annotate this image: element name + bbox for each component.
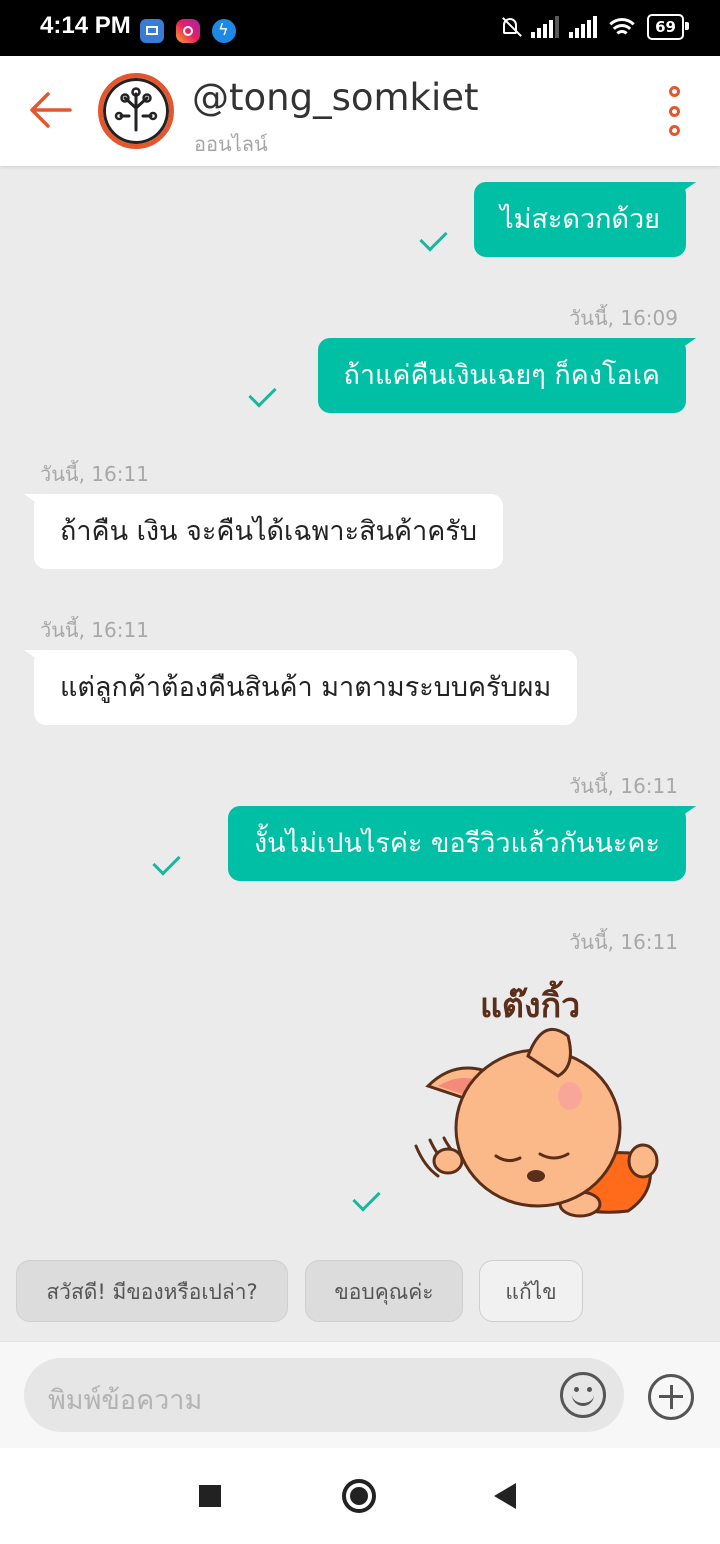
message-bubble[interactable]: ถ้าคืน เงิน จะคืนได้เฉพาะสินค้าครับ bbox=[24, 494, 503, 569]
messages-app-icon bbox=[140, 19, 164, 43]
quick-reply-greeting[interactable]: สวัสดี! มีของหรือเปล่า? bbox=[16, 1260, 288, 1322]
message-timestamp: วันนี้, 16:11 bbox=[569, 774, 678, 798]
nav-back-icon[interactable] bbox=[494, 1483, 516, 1509]
message-bubble[interactable]: งั้นไม่เปนไรค่ะ ขอรีวิวแล้วกันนะคะ bbox=[227, 806, 697, 881]
status-time: 4:14 PM bbox=[40, 12, 131, 39]
quick-reply-thanks[interactable]: ขอบคุณค่ะ bbox=[305, 1260, 463, 1322]
sent-check-icon bbox=[419, 223, 448, 252]
sent-check-icon bbox=[352, 1183, 381, 1212]
message-bubble[interactable]: ถ้าแค่คืนเงินเฉยๆ ก็คงโอเค bbox=[317, 338, 696, 413]
battery-icon: 69 bbox=[647, 14, 689, 40]
message-bubble[interactable]: แต่ลูกค้าต้องคืนสินค้า มาตามระบบครับผม bbox=[23, 650, 578, 725]
chat-header: @tong_somkiet ออนไลน์ bbox=[0, 56, 720, 166]
message-composer: พิมพ์ข้อความ bbox=[0, 1341, 720, 1448]
back-arrow-icon[interactable] bbox=[26, 86, 74, 134]
message-input[interactable]: พิมพ์ข้อความ bbox=[24, 1358, 624, 1432]
status-indicators: 69 bbox=[499, 14, 689, 40]
message-timestamp: วันนี้, 16:11 bbox=[569, 930, 678, 954]
message-timestamp: วันนี้, 16:09 bbox=[569, 306, 678, 330]
muted-bell-icon bbox=[499, 16, 521, 38]
sent-check-icon bbox=[152, 847, 181, 876]
status-bar: 4:14 PM 69 bbox=[0, 0, 720, 56]
instagram-icon bbox=[176, 19, 200, 43]
message-timestamp: วันนี้, 16:11 bbox=[40, 462, 149, 486]
more-options-icon[interactable] bbox=[662, 86, 686, 136]
emoji-icon[interactable] bbox=[560, 1372, 606, 1418]
message-timestamp: วันนี้, 16:11 bbox=[40, 618, 149, 642]
sent-check-icon bbox=[248, 379, 277, 408]
signal-icon bbox=[569, 16, 598, 38]
message-bubble[interactable]: ไม่สะดวกด้วย bbox=[474, 182, 696, 257]
sticker-dog-bowing[interactable] bbox=[408, 1016, 668, 1226]
chat-history[interactable]: ไม่สะดวกด้วย วันนี้, 16:09 ถ้าแค่คืนเงิน… bbox=[0, 166, 720, 1256]
system-nav-bar bbox=[0, 1448, 720, 1544]
messenger-icon bbox=[212, 19, 236, 43]
avatar[interactable] bbox=[98, 73, 174, 149]
signal-icon bbox=[531, 16, 560, 38]
message-input-placeholder: พิมพ์ข้อความ bbox=[48, 1385, 203, 1416]
wifi-icon bbox=[607, 16, 638, 38]
contact-name[interactable]: @tong_somkiet bbox=[192, 76, 479, 119]
home-icon[interactable] bbox=[342, 1479, 376, 1513]
contact-status: ออนไลน์ bbox=[194, 132, 268, 156]
quick-reply-edit-button[interactable]: แก้ไข bbox=[479, 1260, 583, 1322]
recent-apps-icon[interactable] bbox=[199, 1485, 221, 1507]
add-attachment-icon[interactable] bbox=[648, 1374, 694, 1420]
circuit-logo-icon bbox=[114, 87, 158, 132]
